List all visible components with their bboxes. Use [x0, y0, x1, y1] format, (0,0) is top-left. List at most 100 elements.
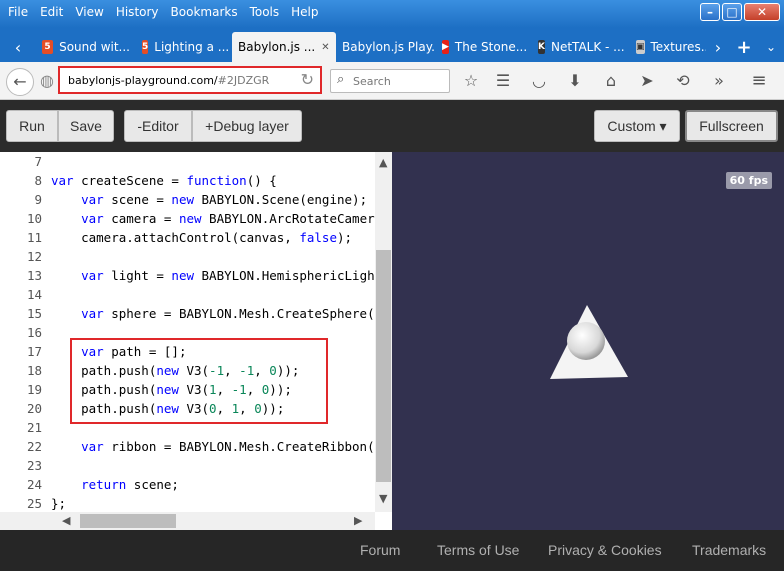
- line-number: 17: [26, 344, 42, 359]
- scroll-right-arrow-icon[interactable]: ▶: [354, 514, 362, 527]
- tab-list-button[interactable]: ⌄: [758, 32, 784, 62]
- cube-icon: ▣: [636, 40, 645, 54]
- line-number: 9: [34, 192, 42, 207]
- code-line[interactable]: 13 var light = new BABYLON.HemisphericLi…: [0, 268, 382, 287]
- line-number: 10: [26, 211, 42, 226]
- tab-scroll-left-button[interactable]: ‹: [0, 32, 36, 62]
- tab-label: Sound wit...: [59, 40, 130, 54]
- sync-icon[interactable]: ⟲: [672, 70, 694, 92]
- save-button[interactable]: Save: [58, 110, 114, 142]
- code-line[interactable]: 14: [0, 287, 375, 306]
- code-line[interactable]: 23: [0, 458, 375, 477]
- custom-dropdown-button[interactable]: Custom ▾: [594, 110, 680, 142]
- line-number: 8: [34, 173, 42, 188]
- code-line[interactable]: 11 camera.attachControl(canvas, false);: [0, 230, 375, 249]
- code-line[interactable]: 10 var camera = new BABYLON.ArcRotateCam…: [0, 211, 382, 230]
- tab-nettalk[interactable]: K NetTALK - ...: [532, 32, 630, 62]
- tab-label: Lighting a ...: [154, 40, 230, 54]
- window-controls: – □ ✕: [700, 3, 780, 21]
- url-text: babylonjs-playground.com/#2JDZGR: [68, 74, 269, 87]
- code-line[interactable]: 24 return scene;: [0, 477, 375, 496]
- code-line[interactable]: 15 var sphere = BABYLON.Mesh.CreateSpher…: [0, 306, 375, 325]
- tab-sound[interactable]: 5 Sound wit...: [36, 32, 136, 62]
- minimize-button[interactable]: –: [700, 3, 720, 21]
- footer-link-privacy[interactable]: Privacy & Cookies: [548, 542, 662, 558]
- horizontal-scrollbar[interactable]: ◀ ▶: [0, 512, 375, 530]
- back-arrow-icon[interactable]: ←: [6, 68, 34, 96]
- reload-icon[interactable]: ↻: [301, 70, 314, 89]
- reading-list-icon[interactable]: ☰: [492, 70, 514, 92]
- code-text: var sphere = BABYLON.Mesh.CreateSphere(: [81, 306, 375, 321]
- code-line[interactable]: 7: [0, 154, 375, 173]
- line-number: 19: [26, 382, 42, 397]
- menu-edit[interactable]: Edit: [40, 5, 63, 19]
- code-line[interactable]: 9 var scene = new BABYLON.Scene(engine);: [0, 192, 375, 211]
- menu-file[interactable]: File: [8, 5, 28, 19]
- tab-strip: ‹ 5 Sound wit... 5 Lighting a ... Babylo…: [0, 28, 784, 62]
- maximize-button[interactable]: □: [722, 3, 742, 21]
- footer-link-forum[interactable]: Forum: [360, 542, 400, 558]
- bookmark-star-icon[interactable]: ☆: [460, 70, 482, 92]
- horizontal-scroll-thumb[interactable]: [80, 514, 176, 528]
- menu-bar: File Edit View History Bookmarks Tools H…: [0, 0, 327, 24]
- code-line[interactable]: 12: [0, 249, 375, 268]
- vertical-scrollbar[interactable]: ▲ ▼: [375, 152, 392, 512]
- tab-lighting[interactable]: 5 Lighting a ...: [136, 32, 232, 62]
- menu-history[interactable]: History: [116, 5, 159, 19]
- send-icon[interactable]: ➤: [636, 70, 658, 92]
- tab-label: Babylon.js Play...: [342, 40, 436, 54]
- line-number: 14: [26, 287, 42, 302]
- tab-textures[interactable]: ▣ Textures...: [630, 32, 706, 62]
- playground-toolbar: Run Save -Editor +Debug layer Custom ▾ F…: [0, 100, 784, 152]
- download-icon[interactable]: ⬇: [564, 70, 586, 92]
- line-number: 25: [26, 496, 42, 511]
- youtube-icon: ▶: [442, 40, 449, 54]
- home-icon[interactable]: ⌂: [600, 70, 622, 92]
- code-line[interactable]: 22 var ribbon = BABYLON.Mesh.CreateRibbo…: [0, 439, 375, 458]
- render-canvas[interactable]: 60 fps: [392, 152, 784, 530]
- scroll-left-arrow-icon[interactable]: ◀: [62, 514, 70, 527]
- code-editor[interactable]: 7 8 var createScene = function() { 9 var sc…: [0, 152, 392, 530]
- overflow-menu-icon[interactable]: »: [708, 70, 730, 92]
- tab-the-stone[interactable]: ▶ The Stone...: [436, 32, 532, 62]
- footer-link-terms[interactable]: Terms of Use: [437, 542, 519, 558]
- code-text: return scene;: [81, 477, 179, 492]
- tab-babylon-active[interactable]: Babylon.js ... ✕: [232, 32, 336, 62]
- menu-view[interactable]: View: [75, 5, 103, 19]
- globe-icon: ◍: [40, 71, 54, 90]
- code-text: var ribbon = BABYLON.Mesh.CreateRibbon(: [81, 439, 375, 454]
- line-number: 16: [26, 325, 42, 340]
- tab-babylon-playground[interactable]: Babylon.js Play...: [336, 32, 436, 62]
- tab-label: NetTALK - ...: [550, 40, 625, 54]
- menu-tools[interactable]: Tools: [250, 5, 280, 19]
- vertical-scroll-thumb[interactable]: [376, 250, 391, 482]
- tab-label: Babylon.js ...: [238, 40, 316, 54]
- new-tab-button[interactable]: +: [730, 32, 758, 62]
- debug-layer-button[interactable]: +Debug layer: [192, 110, 302, 142]
- run-button[interactable]: Run: [6, 110, 58, 142]
- line-number: 24: [26, 477, 42, 492]
- code-text: };: [51, 496, 67, 511]
- scroll-down-arrow-icon[interactable]: ▼: [379, 492, 387, 505]
- hamburger-menu-icon[interactable]: ≡: [748, 70, 770, 92]
- tab-label: The Stone...: [454, 40, 528, 54]
- highlight-box: [70, 338, 328, 424]
- pocket-icon[interactable]: ◡: [528, 70, 550, 92]
- menu-bookmarks[interactable]: Bookmarks: [171, 5, 238, 19]
- menu-help[interactable]: Help: [291, 5, 318, 19]
- search-icon: ⌕: [337, 72, 345, 87]
- search-input[interactable]: ⌕ Search: [330, 69, 450, 93]
- toggle-editor-button[interactable]: -Editor: [124, 110, 192, 142]
- line-number: 7: [34, 154, 42, 169]
- url-bar[interactable]: babylonjs-playground.com/#2JDZGR ↻: [58, 66, 322, 94]
- tab-scroll-right-button[interactable]: ›: [706, 32, 730, 62]
- line-number: 12: [26, 249, 42, 264]
- footer-link-trademarks[interactable]: Trademarks: [692, 542, 766, 558]
- code-line[interactable]: 8 var createScene = function() {: [0, 173, 375, 192]
- close-window-button[interactable]: ✕: [744, 3, 780, 21]
- code-text: var createScene = function() {: [51, 173, 277, 188]
- line-number: 13: [26, 268, 42, 283]
- fullscreen-button[interactable]: Fullscreen: [685, 110, 778, 142]
- tab-close-icon[interactable]: ✕: [321, 42, 329, 53]
- scroll-up-arrow-icon[interactable]: ▲: [379, 156, 387, 169]
